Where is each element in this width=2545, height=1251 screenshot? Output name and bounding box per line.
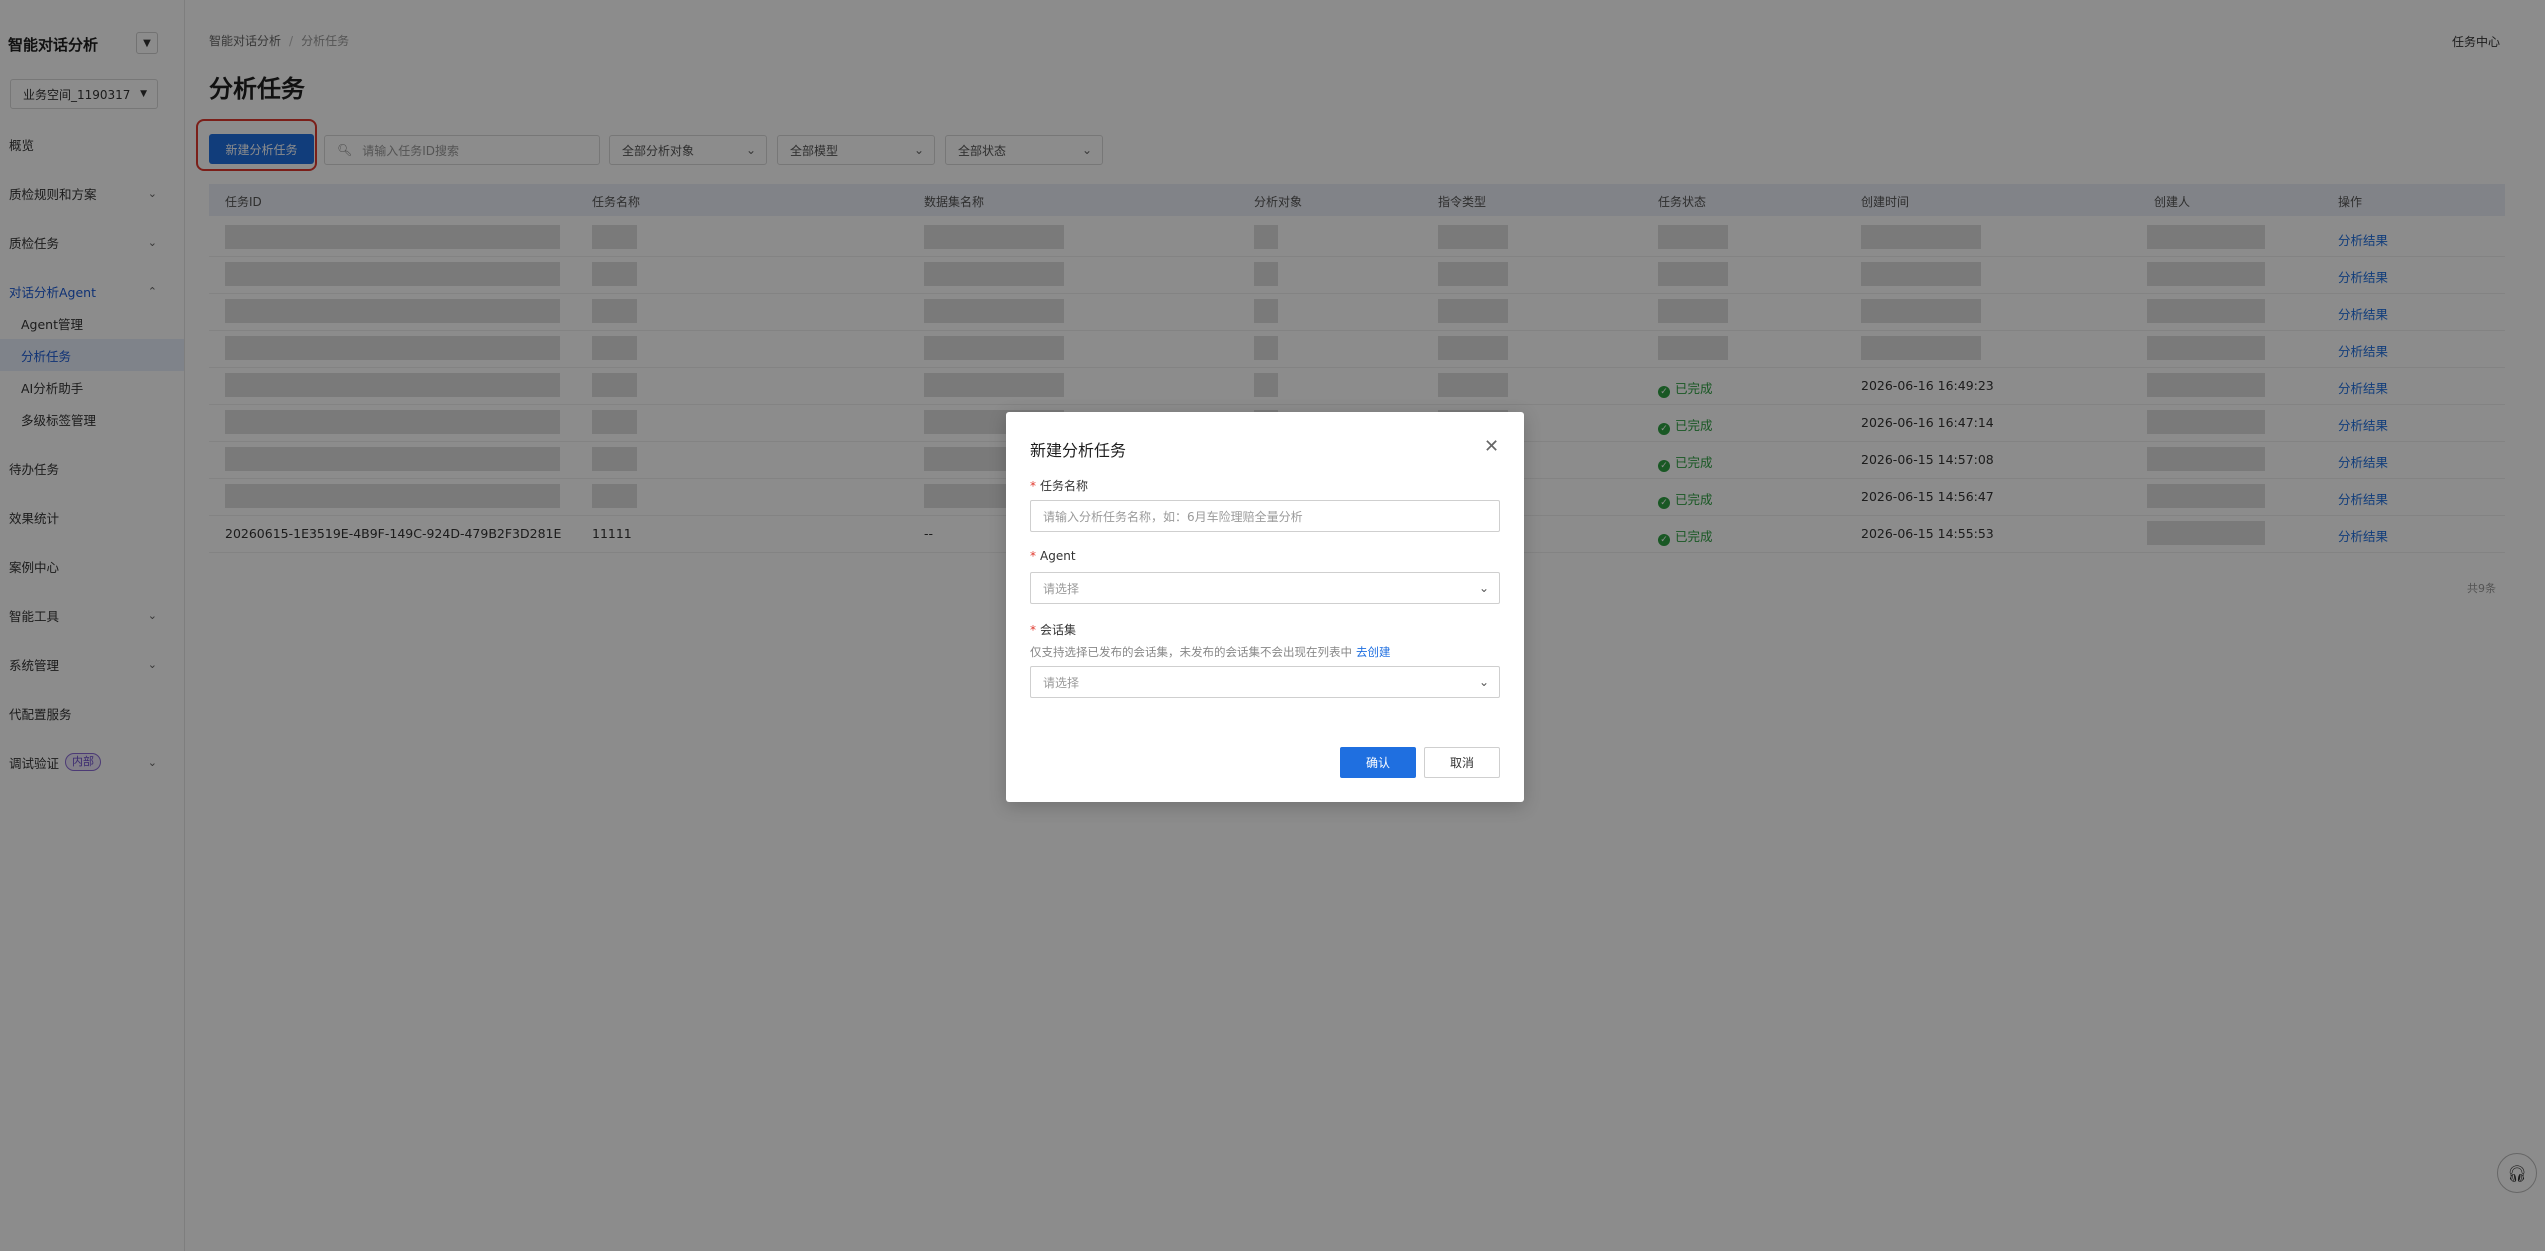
create-session-link[interactable]: 去创建 — [1356, 645, 1391, 659]
close-icon[interactable]: ✕ — [1484, 436, 1499, 457]
required-mark: * — [1030, 623, 1036, 637]
session-set-label: * 会话集 — [1030, 621, 1076, 638]
confirm-button[interactable]: 确认 — [1340, 747, 1416, 778]
label-text: 任务名称 — [1040, 479, 1089, 493]
agent-select[interactable]: 请选择 ⌄ — [1030, 572, 1500, 604]
dialog-title: 新建分析任务 — [1030, 441, 1127, 460]
session-set-select[interactable]: 请选择 ⌄ — [1030, 666, 1500, 698]
session-set-hint: 仅支持选择已发布的会话集，未发布的会话集不会出现在列表中 去创建 — [1030, 644, 1391, 660]
select-placeholder: 请选择 — [1043, 581, 1080, 596]
cancel-button[interactable]: 取消 — [1424, 747, 1500, 778]
select-placeholder: 请选择 — [1043, 675, 1080, 690]
agent-label: * Agent — [1030, 549, 1076, 563]
chevron-down-icon: ⌄ — [1478, 581, 1489, 595]
label-text: 会话集 — [1040, 623, 1077, 637]
task-name-label: * 任务名称 — [1030, 477, 1088, 494]
hint-text: 仅支持选择已发布的会话集，未发布的会话集不会出现在列表中 — [1030, 645, 1352, 659]
task-name-input[interactable]: 请输入分析任务名称，如：6月车险理赔全量分析 — [1030, 500, 1500, 532]
new-task-dialog: 新建分析任务 ✕ * 任务名称 请输入分析任务名称，如：6月车险理赔全量分析 * A… — [1006, 412, 1524, 802]
chevron-down-icon: ⌄ — [1478, 675, 1489, 689]
required-mark: * — [1030, 479, 1036, 493]
required-mark: * — [1030, 549, 1036, 563]
label-text: Agent — [1040, 549, 1076, 563]
input-placeholder: 请输入分析任务名称，如：6月车险理赔全量分析 — [1043, 509, 1303, 524]
